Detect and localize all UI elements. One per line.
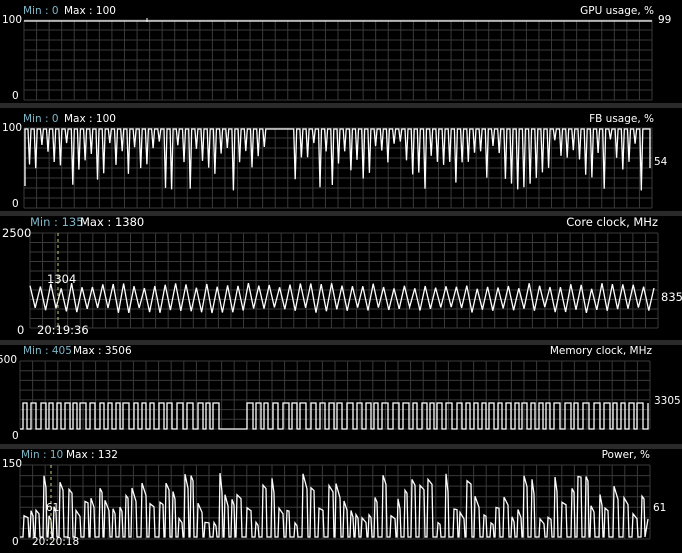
fb-usage-title: FB usage, % (589, 113, 654, 125)
grid (23, 19, 653, 101)
power-title: Power, % (601, 449, 650, 461)
series-line (20, 402, 649, 430)
fb-usage-min-label: Min : 0 (23, 113, 59, 125)
fb-usage-ymin: 0 (12, 198, 19, 210)
grid (29, 232, 659, 329)
gpu-usage-max-label: Max : 100 (64, 5, 116, 17)
fb-usage-current: 54 (654, 156, 668, 168)
core-clock-plot (29, 232, 659, 330)
core-clock-ymin: 0 (17, 323, 25, 337)
memory-clock-min-label: Min : 405 (23, 345, 72, 357)
grid (19, 360, 651, 430)
fb-usage-ymax: 100 (2, 122, 23, 134)
memory-clock-plot (19, 360, 651, 430)
gpu-usage-ymax: 100 (2, 14, 23, 26)
gpu-usage-min-label: Min : 0 (23, 5, 59, 17)
fb-usage-max-label: Max : 100 (64, 113, 116, 125)
core-clock-max-label: Max : 1380 (80, 215, 145, 229)
power-ymin: 0 (12, 536, 19, 548)
core-clock-title: Core clock, MHz (566, 215, 658, 229)
memory-clock-panel: Min : 405 Max : 3506 Memory clock, MHz 5… (0, 345, 682, 444)
power-current: 61 (653, 502, 667, 514)
memory-clock-title: Memory clock, MHz (549, 345, 652, 357)
memory-clock-max-label: Max : 3506 (73, 345, 132, 357)
core-clock-tooltip-time: 20:19:36 (37, 323, 89, 337)
power-ymax: 150 (2, 458, 23, 470)
memory-clock-ymin: 0 (12, 430, 19, 442)
memory-clock-current: 3305 (654, 395, 681, 407)
series-line (20, 473, 649, 538)
gpu-usage-current: 99 (658, 14, 672, 26)
power-min-label: Min : 10 (21, 449, 64, 461)
gpu-usage-title: GPU usage, % (580, 5, 654, 17)
core-clock-panel: Min : 135 Max : 1380 Core clock, MHz 250… (0, 216, 682, 340)
fb-usage-panel: Min : 0 Max : 100 FB usage, % 100 0 54 (0, 108, 682, 211)
power-plot (19, 464, 651, 541)
core-clock-tooltip-value: 1304 (47, 272, 77, 286)
core-clock-current: 835 (661, 290, 682, 304)
core-clock-ymax: 2500 (2, 226, 32, 240)
power-tooltip-value: 61 (46, 502, 60, 514)
power-panel: Min : 10 Max : 132 Power, % 150 0 61 61 … (0, 449, 682, 553)
power-tooltip-time: 20:20:18 (32, 536, 80, 548)
gpu-usage-panel: Min : 0 Max : 100 GPU usage, % 100 0 99 (0, 0, 682, 103)
memory-clock-ymax: 500 (0, 354, 18, 366)
gpu-usage-ymin: 0 (12, 90, 19, 102)
core-clock-min-label: Min : 135 (30, 215, 84, 229)
power-max-label: Max : 132 (66, 449, 118, 461)
